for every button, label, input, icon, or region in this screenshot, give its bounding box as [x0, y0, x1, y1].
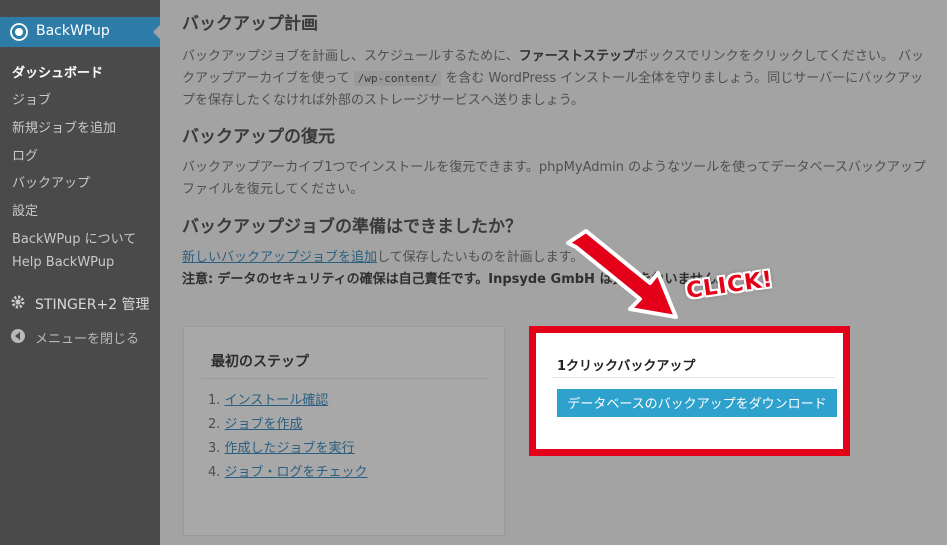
list-item: 1. インストール確認	[208, 389, 368, 413]
submenu-jobs[interactable]: ジョブ	[12, 89, 51, 108]
step-link-create-job[interactable]: ジョブを作成	[225, 417, 303, 432]
collapse-arrow-icon	[11, 329, 25, 343]
collapse-menu-button[interactable]: メニューを閉じる	[0, 322, 160, 350]
submenu-about[interactable]: BackWPup について	[12, 228, 136, 247]
list-item: 3. 作成したジョブを実行	[208, 437, 368, 461]
step-number: 1.	[208, 393, 221, 408]
admin-sidebar: BackWPup ダッシュボード ジョブ 新規ジョブを追加 ログ バックアップ …	[0, 0, 161, 545]
step-link-check-logs[interactable]: ジョブ・ログをチェック	[225, 465, 368, 480]
submenu-add-new-job[interactable]: 新規ジョブを追加	[12, 117, 116, 136]
divider	[201, 378, 489, 379]
note-label: 注意:	[182, 272, 214, 287]
collapse-menu-label: メニューを閉じる	[35, 332, 140, 347]
step-number: 3.	[208, 441, 221, 456]
download-db-backup-button[interactable]: データベースのバックアップをダウンロード	[557, 389, 837, 417]
step-number: 2.	[208, 417, 221, 432]
divider	[552, 377, 835, 378]
restore-description: バックアップアーカイブ1つでインストールを復元できます。phpMyAdmin の…	[182, 160, 926, 197]
one-click-backup-box: 1クリックバックアップ データベースのバックアップをダウンロード	[529, 326, 850, 456]
submenu-dashboard[interactable]: ダッシュボード	[12, 62, 103, 81]
sidebar-item-label: STINGER+2 管理	[35, 297, 150, 313]
submenu-help[interactable]: Help BackWPup	[12, 255, 114, 270]
first-steps-title: 最初のステップ	[211, 354, 309, 370]
step-link-check-install[interactable]: インストール確認	[225, 393, 329, 408]
ready-description: 新しいバックアップジョブを追加して保存したいものを計画します。 注意: データの…	[182, 247, 927, 291]
add-new-job-link[interactable]: 新しいバックアップジョブを追加	[182, 250, 377, 265]
list-item: 2. ジョブを作成	[208, 413, 368, 437]
main-content: バックアップ計画 バックアップジョブを計画し、スケジュールするために、ファースト…	[160, 0, 947, 545]
step-number: 4.	[208, 465, 221, 480]
submenu-backups[interactable]: バックアップ	[12, 172, 90, 191]
sidebar-item-backwpup[interactable]: BackWPup	[0, 17, 161, 47]
submenu-logs[interactable]: ログ	[12, 145, 38, 164]
sidebar-item-label: BackWPup	[36, 23, 110, 39]
list-item: 4. ジョブ・ログをチェック	[208, 461, 368, 485]
ready-title: バックアップジョブの準備はできましたか？	[182, 217, 522, 237]
red-arrow-icon	[566, 229, 678, 319]
sidebar-background	[0, 0, 160, 545]
first-steps-list: 1. インストール確認 2. ジョブを作成 3. 作成したジョブを実行 4. ジ…	[208, 389, 368, 485]
ready-text: して保存したいものを計画します。	[377, 250, 584, 265]
restore-title: バックアップの復元	[182, 127, 335, 147]
plan-text-bold: ファーストステップ	[518, 49, 636, 64]
backwpup-icon	[10, 23, 28, 41]
sidebar-item-stinger[interactable]: STINGER+2 管理	[0, 288, 160, 316]
plan-title: バックアップ計画	[182, 14, 318, 34]
plan-text-1: バックアップジョブを計画し、スケジュールするために、	[182, 49, 519, 64]
first-steps-box: 最初のステップ 1. インストール確認 2. ジョブを作成 3. 作成したジョブ…	[183, 326, 505, 536]
submenu-settings[interactable]: 設定	[12, 200, 38, 219]
step-link-run-job[interactable]: 作成したジョブを実行	[225, 441, 355, 456]
plan-description: バックアップジョブを計画し、スケジュールするために、ファーストステップボックスで…	[182, 46, 927, 112]
gear-icon	[11, 295, 25, 309]
wp-content-code: /wp-content/	[353, 71, 442, 86]
one-click-title: 1クリックバックアップ	[557, 359, 696, 374]
